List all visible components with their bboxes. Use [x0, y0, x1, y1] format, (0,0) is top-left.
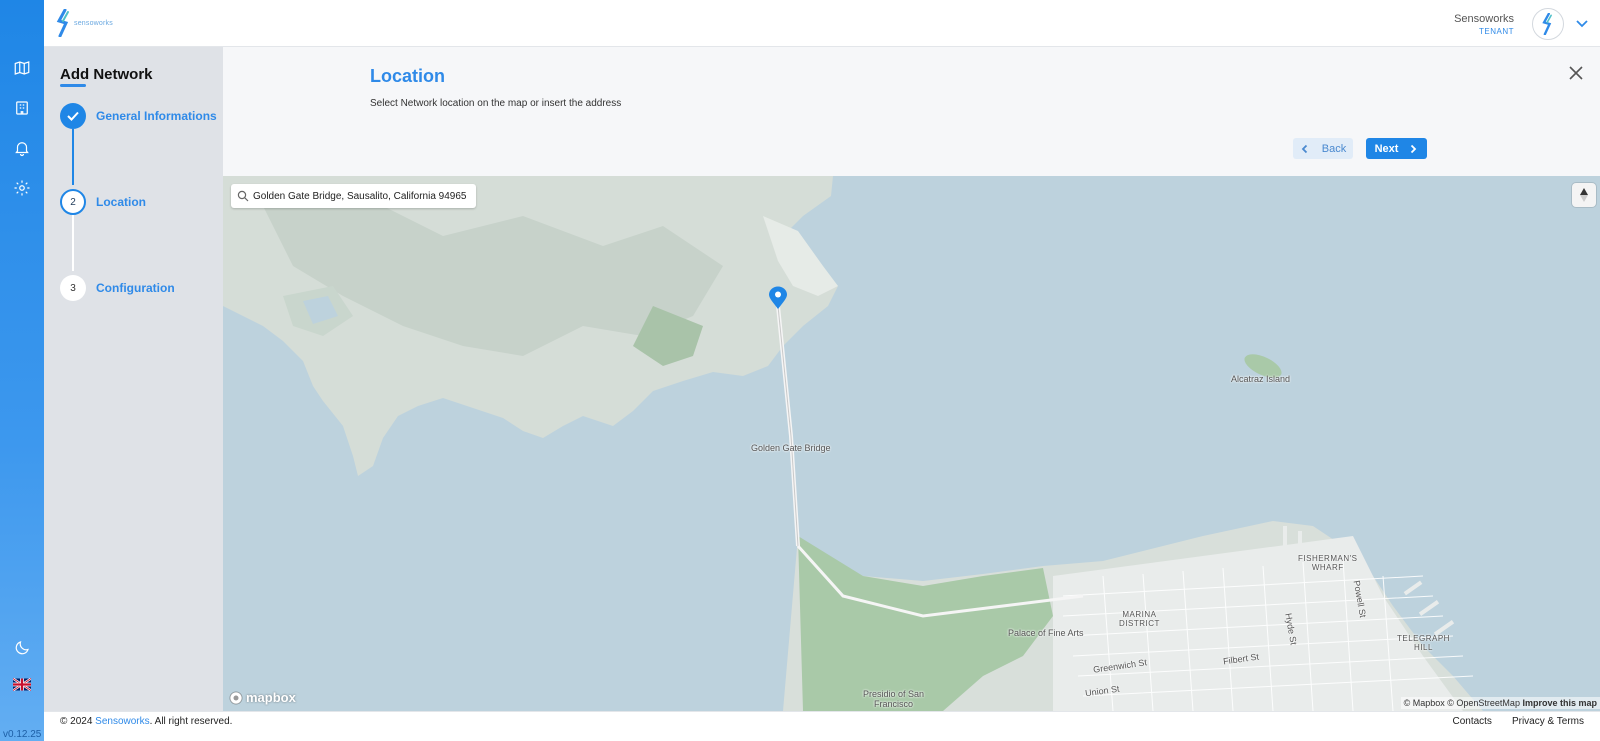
step-location[interactable]: 2 Location — [60, 189, 146, 215]
page-subtitle: Select Network location on the map or in… — [370, 98, 622, 109]
copyright-brand-link[interactable]: Sensoworks — [95, 716, 149, 727]
step-number: 2 — [60, 189, 86, 215]
building-icon[interactable] — [10, 96, 34, 120]
step-configuration[interactable]: 3 Configuration — [60, 275, 175, 301]
side-navigation-rail: v0.12.25 — [0, 0, 44, 741]
map-view[interactable]: Alcatraz Island Golden Gate Bridge FISHE… — [223, 176, 1600, 711]
copyright-prefix: © 2024 — [60, 716, 96, 727]
moon-icon[interactable] — [10, 636, 34, 660]
compass-button[interactable] — [1572, 183, 1596, 207]
step-connector — [72, 215, 74, 271]
app-version: v0.12.25 — [3, 729, 42, 740]
footer: © 2024 Sensoworks. All right reserved. C… — [44, 711, 1600, 741]
map-label-marina-district: MARINA DISTRICT — [1119, 610, 1160, 628]
copyright-suffix: . All right reserved. — [149, 716, 233, 727]
location-pin-icon[interactable] — [767, 286, 789, 310]
search-icon — [237, 190, 249, 202]
address-search-input[interactable] — [253, 190, 467, 202]
mapbox-logo-icon — [229, 691, 243, 704]
address-search[interactable] — [231, 184, 476, 208]
mapbox-logo[interactable]: mapbox — [229, 690, 296, 705]
footer-links: Contacts Privacy & Terms — [1452, 716, 1584, 727]
copyright: © 2024 Sensoworks. All right reserved. — [60, 716, 232, 727]
stepper-title: Add Network — [60, 66, 153, 83]
attribution-text[interactable]: © Mapbox © OpenStreetMap — [1404, 698, 1520, 708]
title-underline — [60, 84, 86, 87]
map-label-fishermans-wharf: FISHERMAN'S WHARF — [1298, 554, 1358, 572]
logo-mark-icon — [56, 9, 69, 37]
step-label: Location — [96, 195, 146, 209]
tenant-name: Sensoworks — [1454, 13, 1514, 25]
map-label-alcatraz: Alcatraz Island — [1231, 374, 1291, 384]
gear-icon[interactable] — [10, 176, 34, 200]
bell-icon[interactable] — [10, 136, 34, 160]
chevron-down-icon[interactable] — [1574, 16, 1590, 32]
map-label-palace-of-fine-arts: Palace of Fine Arts — [1008, 628, 1084, 638]
chevron-right-icon — [1411, 144, 1417, 153]
map-label-golden-gate: Golden Gate Bridge — [751, 443, 831, 453]
improve-map-link[interactable]: Improve this map — [1522, 698, 1597, 708]
map-canvas[interactable] — [223, 176, 1600, 711]
close-icon[interactable] — [1568, 65, 1584, 81]
next-label: Next — [1374, 142, 1399, 155]
sensoworks-logo[interactable]: sensoworks — [56, 8, 116, 38]
privacy-terms-link[interactable]: Privacy & Terms — [1512, 716, 1584, 727]
step-number: 3 — [60, 275, 86, 301]
uk-flag-icon[interactable] — [10, 672, 34, 696]
step-general-informations[interactable]: General Informations — [60, 103, 217, 129]
back-button[interactable]: Back — [1293, 138, 1353, 159]
check-icon — [60, 103, 86, 129]
step-connector — [72, 129, 74, 185]
content-header: Location Select Network location on the … — [223, 47, 1600, 176]
tenant-role: TENANT — [1479, 27, 1514, 36]
step-label: Configuration — [96, 281, 175, 295]
map-label-presidio: Presidio of San Francisco — [863, 689, 925, 709]
logo-text: sensoworks — [74, 19, 113, 27]
page-title: Location — [370, 66, 445, 86]
map-attribution: © Mapbox © OpenStreetMap Improve this ma… — [1400, 697, 1600, 709]
contacts-link[interactable]: Contacts — [1452, 716, 1491, 727]
chevron-left-icon — [1301, 144, 1307, 153]
avatar[interactable] — [1532, 8, 1564, 40]
compass-icon — [1580, 188, 1588, 202]
golden-gate-bridge-road — [776, 305, 800, 547]
top-bar: sensoworks Sensoworks TENANT — [44, 0, 1600, 47]
step-label: General Informations — [96, 109, 217, 123]
tenant-info: Sensoworks TENANT — [1454, 13, 1514, 36]
tenant-logo-icon — [1542, 13, 1552, 35]
mapbox-logo-text: mapbox — [246, 690, 296, 705]
map-icon[interactable] — [10, 56, 34, 80]
back-label: Back — [1321, 142, 1347, 155]
stepper-panel: Add Network General Informations 2 Locat… — [44, 47, 223, 711]
map-label-telegraph-hill: TELEGRAPH HILL — [1397, 634, 1450, 652]
next-button[interactable]: Next — [1366, 138, 1427, 159]
